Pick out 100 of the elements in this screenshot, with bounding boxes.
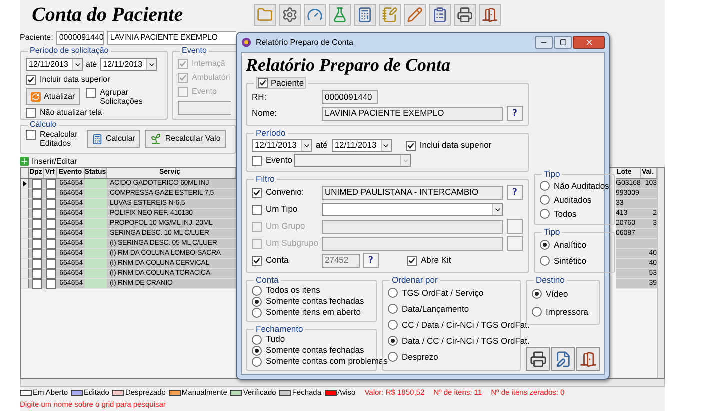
gear-button[interactable]: [279, 4, 301, 26]
recalculate-button[interactable]: Recalcular Valo: [145, 130, 226, 148]
scrollbar[interactable]: [20, 379, 665, 387]
printer-button[interactable]: [454, 4, 476, 26]
radio-button[interactable]: [540, 240, 550, 250]
checkbox[interactable]: [32, 258, 42, 268]
minimize-button[interactable]: [535, 36, 553, 49]
radio-button[interactable]: [388, 336, 398, 346]
checkbox[interactable]: [46, 248, 56, 258]
input-field[interactable]: 0000091440: [56, 31, 104, 45]
checkbox[interactable]: [46, 208, 56, 218]
print-button[interactable]: [526, 347, 550, 371]
checkbox[interactable]: [46, 228, 56, 238]
flask-icon: [332, 7, 348, 23]
radio-button[interactable]: [252, 286, 262, 296]
input-field[interactable]: UNIMED PAULISTANA - INTERCAMBIO: [322, 186, 503, 200]
toolbar-link[interactable]: Inserir/Editar: [32, 156, 78, 168]
scrollbar[interactable]: [657, 168, 664, 378]
checkbox[interactable]: [32, 238, 42, 248]
calculator-icon: [92, 134, 103, 144]
checkbox[interactable]: [32, 278, 42, 288]
input-field[interactable]: 0000091440: [322, 90, 378, 104]
range-label: até: [86, 58, 98, 70]
checkbox[interactable]: [26, 75, 36, 85]
checkbox[interactable]: [252, 188, 262, 198]
radio-button[interactable]: [252, 356, 262, 366]
group-title: Período de solicitação: [30, 46, 109, 55]
radio-button[interactable]: [252, 346, 262, 356]
checkbox[interactable]: [46, 218, 56, 228]
radio-button[interactable]: [388, 288, 398, 298]
checkbox[interactable]: [46, 188, 56, 198]
input-field[interactable]: [322, 236, 503, 250]
calculate-button[interactable]: Calcular: [87, 130, 140, 148]
door-button[interactable]: [479, 4, 501, 26]
input-field[interactable]: LAVINIA PACIENTE EXEMPLO: [107, 31, 236, 45]
lookup-button[interactable]: ?: [507, 106, 523, 121]
radio-button[interactable]: [252, 296, 262, 306]
radio-button[interactable]: [388, 320, 398, 330]
input-field[interactable]: 27452: [322, 254, 360, 268]
maximize-button[interactable]: [554, 36, 572, 49]
radio-button[interactable]: [532, 289, 542, 299]
checkbox[interactable]: [46, 258, 56, 268]
checkbox-label: Um Tipo: [266, 203, 298, 216]
gauge-button[interactable]: [304, 4, 326, 26]
checkbox[interactable]: [252, 256, 262, 266]
checkbox[interactable]: [32, 228, 42, 238]
checkbox[interactable]: [46, 278, 56, 288]
radio-button[interactable]: [388, 352, 398, 362]
checkbox[interactable]: [26, 108, 36, 118]
flask-button[interactable]: [329, 4, 351, 26]
input-field[interactable]: [322, 220, 503, 234]
checkbox[interactable]: [252, 156, 262, 166]
date-dropdown[interactable]: 12/11/2013: [252, 139, 312, 152]
checkbox[interactable]: [46, 268, 56, 278]
checkbox[interactable]: [252, 204, 262, 214]
pencil-button[interactable]: [404, 4, 426, 26]
date-dropdown[interactable]: 12/11/2013: [26, 58, 83, 71]
radio-button[interactable]: [540, 181, 550, 191]
checkbox[interactable]: [86, 88, 96, 98]
checkbox-label: Agrupar Solicitações: [100, 88, 144, 106]
date-dropdown[interactable]: 12/11/2013: [100, 58, 158, 71]
lookup-button[interactable]: ?: [507, 185, 523, 200]
checkbox[interactable]: [407, 256, 417, 266]
input-field[interactable]: LAVINIA PACIENTE EXEMPLO: [322, 106, 503, 120]
radio-button[interactable]: [532, 307, 542, 317]
clipboard-button[interactable]: [429, 4, 451, 26]
checkbox-label: Recalcular Editados: [40, 130, 79, 148]
edit-button[interactable]: [551, 347, 575, 371]
radio-button[interactable]: [540, 209, 550, 219]
checkbox[interactable]: [32, 208, 42, 218]
radio-label: CC / Data / Cir-NCi / TGS OrdFat.: [402, 318, 530, 332]
field-label: Paciente:: [20, 32, 54, 44]
radio-button[interactable]: [252, 334, 262, 344]
checkbox[interactable]: [32, 188, 42, 198]
calculator-button[interactable]: [354, 4, 376, 26]
checkbox-label: Internaçã: [192, 58, 226, 70]
radio-button[interactable]: [540, 195, 550, 205]
checkbox[interactable]: [26, 130, 36, 140]
checkbox[interactable]: [32, 268, 42, 278]
checkbox[interactable]: [258, 78, 268, 88]
checkbox[interactable]: [32, 178, 42, 188]
input-field[interactable]: [178, 101, 231, 115]
checkbox-label: Evento: [192, 86, 217, 98]
radio-button[interactable]: [388, 304, 398, 314]
lookup-button[interactable]: ?: [363, 253, 379, 268]
checkbox[interactable]: [32, 198, 42, 208]
checkbox[interactable]: [32, 248, 42, 258]
checkbox[interactable]: [32, 218, 42, 228]
checkbox[interactable]: [46, 238, 56, 248]
type-dropdown[interactable]: [322, 203, 503, 216]
radio-button[interactable]: [252, 308, 262, 318]
date-dropdown[interactable]: 12/11/2013: [332, 139, 392, 152]
refresh-button[interactable]: Atualizar: [26, 88, 80, 105]
close-button[interactable]: [573, 36, 605, 49]
checkbox-label: Um Subgrupo: [266, 237, 318, 250]
checkbox[interactable]: [46, 198, 56, 208]
exit-button[interactable]: [576, 347, 600, 371]
checkbox[interactable]: [406, 140, 416, 150]
radio-button[interactable]: [540, 256, 550, 266]
checkbox[interactable]: [46, 178, 56, 188]
